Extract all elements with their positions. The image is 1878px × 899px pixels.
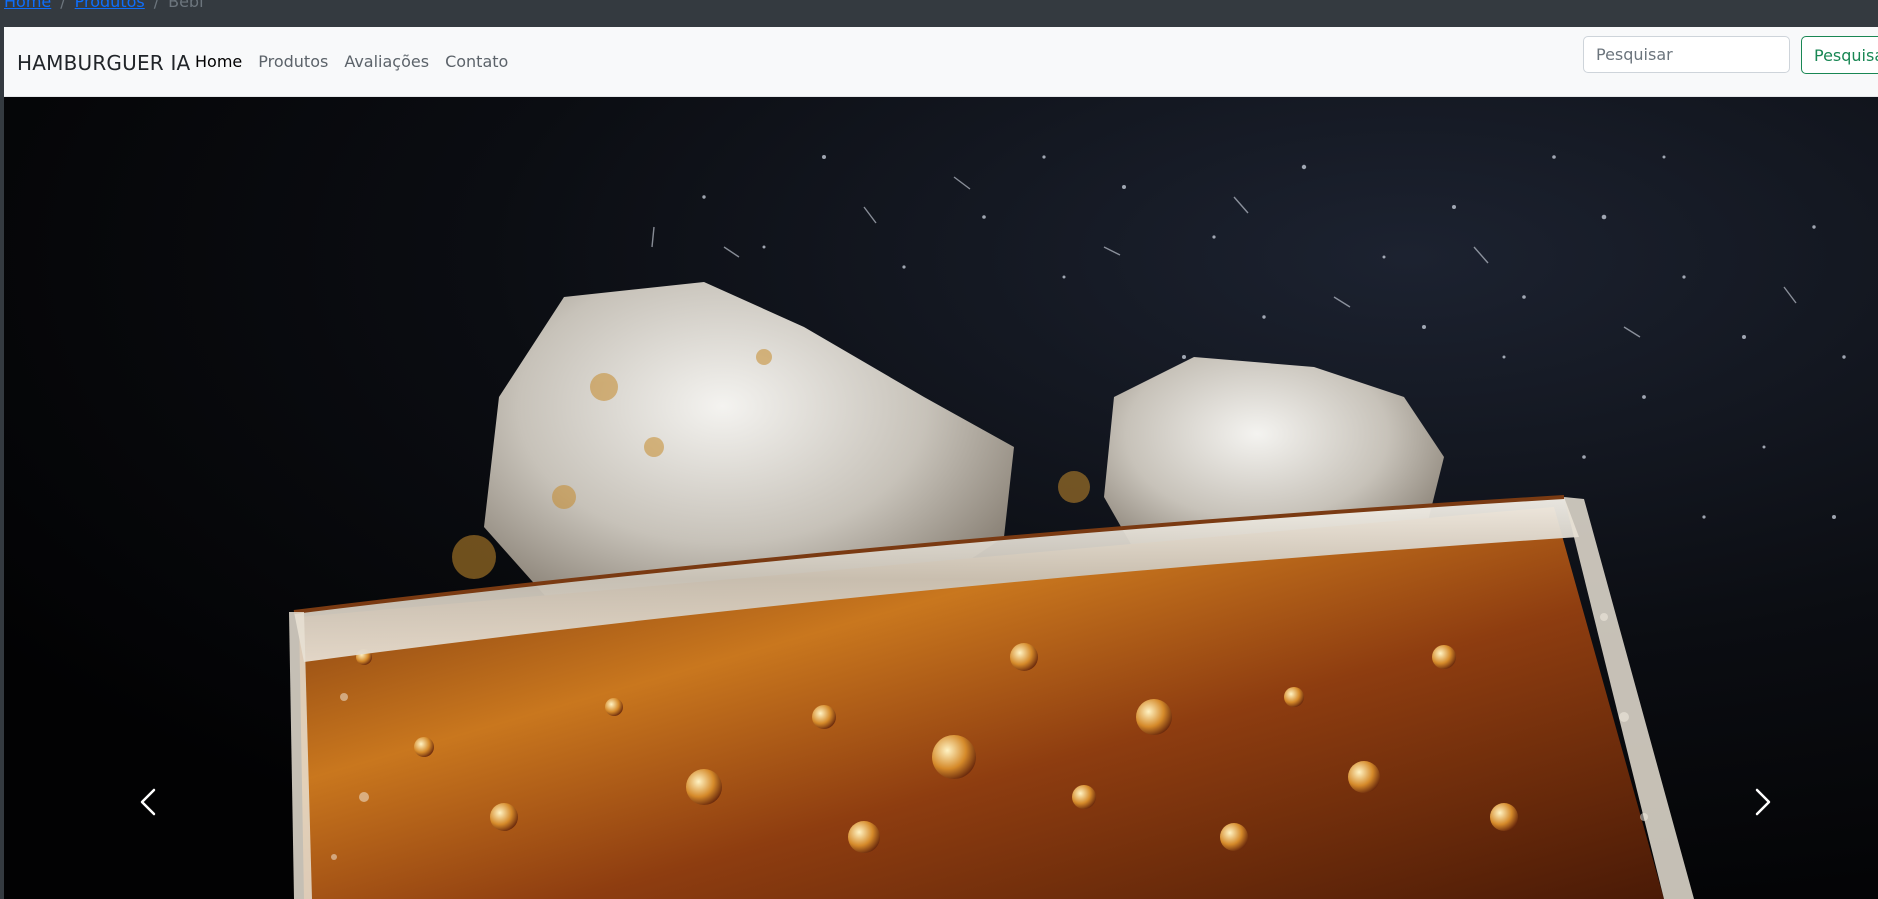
nav-link-contato[interactable]: Contato [445, 51, 508, 73]
breadcrumb-produtos-link[interactable]: Produtos [75, 0, 145, 11]
breadcrumb: Home / Produtos / Bebi [4, 0, 204, 12]
hero-carousel [4, 97, 1878, 899]
breadcrumb-separator: / [60, 0, 66, 11]
nav-link-home[interactable]: Home [195, 51, 242, 73]
navbar: HAMBURGUER IA Home Produtos Avaliações C… [4, 27, 1878, 97]
search-input[interactable] [1583, 36, 1790, 73]
nav-links: Home Produtos Avaliações Contato [195, 51, 524, 73]
cola-glass-with-ice-photo [4, 97, 1878, 899]
nav-link-produtos[interactable]: Produtos [258, 51, 328, 73]
search-button[interactable]: Pesquisar [1801, 36, 1878, 74]
breadcrumb-current: Bebi [168, 0, 204, 11]
chevron-right-icon[interactable] [1741, 782, 1781, 822]
breadcrumb-home-link[interactable]: Home [4, 0, 51, 11]
nav-link-avaliacoes[interactable]: Avaliações [344, 51, 429, 73]
breadcrumb-separator: / [153, 0, 160, 11]
brand-logo[interactable]: HAMBURGUER IA [17, 51, 190, 75]
chevron-left-icon[interactable] [130, 782, 170, 822]
breadcrumb-bar: Home / Produtos / Bebi [0, 0, 1878, 27]
